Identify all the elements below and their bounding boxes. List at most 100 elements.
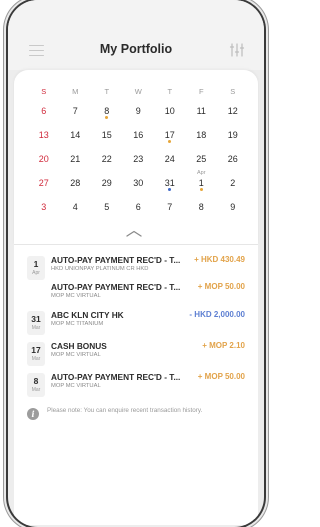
day-number: 4 bbox=[72, 202, 78, 212]
date-month: Mar bbox=[31, 387, 41, 393]
transaction-row[interactable]: 8 Mar AUTO-PAY PAYMENT REC'D - T... MOP MC … bbox=[14, 372, 258, 400]
page-title: My Portfolio bbox=[99, 42, 173, 56]
transaction-list: 1 Apr AUTO-PAY PAYMENT REC'D - T... HKD UNI… bbox=[14, 244, 258, 525]
date-day: 31 bbox=[31, 314, 41, 324]
date-month: Mar bbox=[31, 325, 41, 331]
calendar-day[interactable]: 13 bbox=[28, 123, 60, 147]
day-number: 17 bbox=[164, 130, 175, 140]
calendar-day[interactable]: 21 bbox=[60, 147, 92, 171]
day-number: 9 bbox=[135, 106, 141, 116]
transaction-card-name: MOP MC TITANIUM bbox=[51, 321, 104, 327]
day-number: 21 bbox=[70, 154, 81, 164]
calendar-day[interactable]: 30 bbox=[123, 171, 155, 195]
transaction-row[interactable]: 31 Mar ABC KLN CITY HK MOP MC TITANIUM - HKD… bbox=[14, 310, 258, 338]
transaction-row[interactable]: AUTO-PAY PAYMENT REC'D - T... MOP MC VIRT… bbox=[14, 282, 258, 310]
calendar-day[interactable]: 17 bbox=[154, 123, 186, 147]
transaction-title: AUTO-PAY PAYMENT REC'D - T... bbox=[51, 282, 181, 292]
calendar-day[interactable]: 25 bbox=[186, 147, 218, 171]
day-number: 8 bbox=[104, 106, 110, 116]
date-badge: 8 Mar bbox=[27, 373, 45, 397]
date-badge: 1 Apr bbox=[27, 256, 45, 280]
day-number: 22 bbox=[101, 154, 112, 164]
day-number: 5 bbox=[104, 202, 110, 212]
day-number: 3 bbox=[41, 202, 47, 212]
date-badge: 31 Mar bbox=[27, 311, 45, 335]
calendar-day[interactable]: 12 bbox=[217, 99, 249, 123]
transaction-amount: + MOP 50.00 bbox=[197, 372, 245, 381]
note-text: Please note: You can enquire recent tran… bbox=[47, 407, 203, 414]
transaction-row[interactable]: 1 Apr AUTO-PAY PAYMENT REC'D - T... HKD UNI… bbox=[14, 255, 258, 283]
calendar-day[interactable]: 11 bbox=[186, 99, 218, 123]
calendar-day[interactable]: 1 Apr bbox=[186, 170, 218, 195]
app-header: My Portfolio bbox=[8, 0, 264, 70]
day-number: 19 bbox=[227, 130, 238, 140]
day-number: 8 bbox=[198, 202, 204, 212]
weekday-label: S bbox=[230, 86, 236, 96]
day-number: 6 bbox=[135, 202, 141, 212]
calendar-day[interactable]: 5 bbox=[91, 195, 123, 219]
weekday-header: SMTWTFS bbox=[28, 83, 260, 99]
calendar-day[interactable]: 28 bbox=[60, 171, 92, 195]
calendar-week: 6 7 8 9 10 11 12 bbox=[28, 99, 260, 123]
calendar-day[interactable]: 27 bbox=[28, 171, 60, 195]
weekday-label: S bbox=[41, 86, 47, 96]
calendar-day[interactable]: 9 bbox=[123, 99, 155, 123]
day-number: 29 bbox=[101, 178, 112, 188]
calendar-day[interactable]: 26 bbox=[217, 147, 249, 171]
day-number: 27 bbox=[38, 178, 49, 188]
calendar-day[interactable]: 6 bbox=[28, 99, 60, 123]
phone-frame: My Portfolio SMTWTFS 6 7 8 9 10 11 12 13 14 15 16 1… bbox=[8, 0, 264, 527]
calendar-week: 3 4 5 6 7 8 9 bbox=[28, 195, 260, 219]
calendar-day[interactable]: 24 bbox=[154, 147, 186, 171]
calendar-day[interactable]: 7 bbox=[154, 195, 186, 219]
transaction-title: CASH BONUS bbox=[51, 341, 107, 351]
calendar-day[interactable]: 7 bbox=[60, 99, 92, 123]
calendar-day[interactable]: 8 bbox=[186, 195, 218, 219]
event-dot bbox=[199, 188, 203, 191]
day-number: 10 bbox=[164, 106, 175, 116]
transaction-row[interactable]: 17 Mar CASH BONUS MOP MC VIRTUAL + MOP 2.10 bbox=[14, 341, 258, 369]
calendar-day[interactable]: 14 bbox=[60, 123, 92, 147]
day-number: 11 bbox=[196, 106, 206, 116]
transaction-amount: - HKD 2,000.00 bbox=[189, 310, 245, 319]
date-day: 8 bbox=[33, 376, 39, 386]
calendar-day[interactable]: 16 bbox=[123, 123, 155, 147]
calendar-day[interactable]: 6 bbox=[123, 195, 155, 219]
date-day: 1 bbox=[33, 259, 39, 269]
calendar-day[interactable]: 19 bbox=[217, 123, 249, 147]
transaction-amount: + MOP 50.00 bbox=[197, 282, 245, 291]
calendar-day[interactable]: 31 bbox=[154, 171, 186, 195]
date-badge: 17 Mar bbox=[27, 342, 45, 366]
date-month: Apr bbox=[32, 270, 40, 276]
transaction-title: AUTO-PAY PAYMENT REC'D - T... bbox=[51, 372, 181, 382]
transaction-card-name: HKD UNIONPAY PLATINUM CR HKD bbox=[51, 266, 149, 272]
transaction-title: AUTO-PAY PAYMENT REC'D - T... bbox=[51, 255, 181, 265]
day-number: 14 bbox=[70, 130, 81, 140]
event-dot bbox=[105, 116, 109, 119]
calendar-day[interactable]: 10 bbox=[154, 99, 186, 123]
calendar-week: 27 28 29 30 31 1 Apr 2 bbox=[28, 170, 260, 195]
calendar-day[interactable]: 20 bbox=[28, 147, 60, 171]
day-number: 23 bbox=[133, 154, 144, 164]
month-marker: Apr bbox=[196, 170, 206, 176]
calendar-day[interactable]: 3 bbox=[28, 195, 60, 219]
day-number: 7 bbox=[167, 202, 173, 212]
transaction-title: ABC KLN CITY HK bbox=[51, 310, 124, 320]
day-number: 16 bbox=[133, 130, 144, 140]
filter-sliders-icon[interactable] bbox=[228, 42, 246, 58]
calendar-day[interactable]: 22 bbox=[91, 147, 123, 171]
calendar-day[interactable]: 4 bbox=[60, 195, 92, 219]
chevron-up-icon[interactable] bbox=[125, 230, 143, 237]
calendar-day[interactable]: 29 bbox=[91, 171, 123, 195]
calendar-day[interactable]: 15 bbox=[91, 123, 123, 147]
date-day: 17 bbox=[31, 345, 41, 355]
calendar-day[interactable]: 2 bbox=[217, 171, 249, 195]
day-number: 9 bbox=[230, 202, 236, 212]
day-number: 15 bbox=[101, 130, 112, 140]
calendar-day[interactable]: 8 bbox=[91, 99, 123, 123]
calendar-day[interactable]: 18 bbox=[186, 123, 218, 147]
calendar-day[interactable]: 23 bbox=[123, 147, 155, 171]
day-number: 2 bbox=[230, 178, 236, 188]
calendar-day[interactable]: 9 bbox=[217, 195, 249, 219]
transaction-amount: + HKD 430.49 bbox=[194, 255, 245, 264]
